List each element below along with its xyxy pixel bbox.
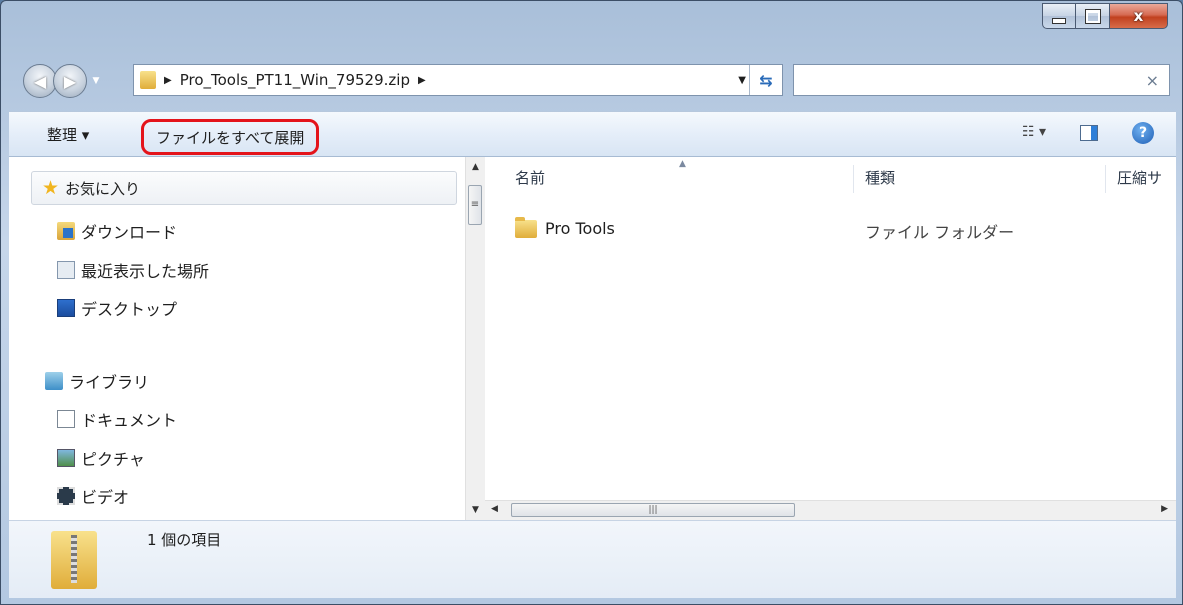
- navigation-buttons: ◀ ▶ ▼: [23, 64, 103, 98]
- scroll-thumb[interactable]: ≡: [468, 185, 482, 225]
- explorer-window: x ◀ ▶ ▼ ▶ Pro_Tools_PT11_Win_79529.zip ▶…: [0, 0, 1183, 605]
- address-dropdown-icon[interactable]: ▼: [738, 75, 746, 86]
- help-icon[interactable]: ?: [1132, 122, 1154, 144]
- recent-places-icon: [57, 261, 75, 279]
- column-divider[interactable]: [1105, 165, 1106, 193]
- sidebar-item-videos[interactable]: ビデオ: [57, 484, 129, 508]
- documents-icon: [57, 410, 75, 428]
- sidebar-item-label: ダウンロード: [81, 223, 178, 242]
- maximize-icon: [1085, 9, 1100, 23]
- file-type: ファイル フォルダー: [865, 223, 1015, 242]
- library-icon: [45, 372, 63, 390]
- back-button[interactable]: ◀: [23, 64, 57, 98]
- zip-folder-icon: [140, 71, 156, 89]
- organize-button[interactable]: 整理 ▾: [47, 124, 89, 145]
- view-dropdown-label: ▾: [1038, 124, 1046, 140]
- downloads-folder-icon: [57, 222, 75, 240]
- sidebar-item-label: ピクチャ: [81, 450, 145, 469]
- sidebar-item-documents[interactable]: ドキュメント: [57, 407, 177, 431]
- command-bar: 整理 ▾ ファイルをすべて展開 ☷ ▾ ?: [9, 111, 1176, 157]
- sidebar-libraries[interactable]: ライブラリ: [45, 369, 149, 393]
- recent-pages-dropdown[interactable]: ▼: [89, 76, 103, 86]
- content-horizontal-scrollbar[interactable]: ◀ ||| ▶: [485, 500, 1176, 520]
- scroll-thumb[interactable]: |||: [511, 503, 795, 517]
- extract-all-label: ファイルをすべて展開: [156, 128, 305, 147]
- libraries-label: ライブラリ: [69, 373, 150, 392]
- search-box[interactable]: ×: [793, 64, 1170, 96]
- sidebar-favorites[interactable]: ★ お気に入り: [31, 171, 457, 205]
- pictures-icon: [57, 449, 75, 467]
- forward-button[interactable]: ▶: [53, 64, 87, 98]
- close-button[interactable]: x: [1110, 3, 1168, 29]
- refresh-button[interactable]: ⇆: [749, 65, 782, 95]
- forward-arrow-icon: ▶: [63, 71, 77, 91]
- details-pane: 1 個の項目: [9, 520, 1176, 598]
- preview-pane-icon[interactable]: [1080, 125, 1098, 141]
- table-row[interactable]: Pro Tools: [515, 216, 615, 238]
- videos-icon: [57, 487, 75, 505]
- sidebar-item-pictures[interactable]: ピクチャ: [57, 446, 145, 470]
- scroll-up-icon[interactable]: ▲: [466, 157, 485, 177]
- sort-ascending-icon: ▲: [679, 159, 686, 169]
- navigation-pane: ★ お気に入り ダウンロード 最近表示した場所 デスクトップ ライブラリ ドキュ…: [9, 157, 485, 520]
- desktop-icon: [57, 299, 75, 317]
- view-list-icon: ☷: [1021, 124, 1035, 140]
- maximize-button[interactable]: [1076, 3, 1110, 29]
- sidebar-item-downloads[interactable]: ダウンロード: [57, 219, 177, 243]
- folder-icon: [515, 216, 537, 238]
- file-name: Pro Tools: [545, 219, 615, 238]
- breadcrumb-zip-file[interactable]: Pro_Tools_PT11_Win_79529.zip: [180, 71, 410, 89]
- refresh-icon: ⇆: [759, 70, 773, 90]
- extract-all-button[interactable]: ファイルをすべて展開: [141, 119, 320, 155]
- item-count: 1 個の項目: [147, 531, 222, 549]
- sidebar-item-recent-places[interactable]: 最近表示した場所: [57, 258, 209, 282]
- address-bar[interactable]: ▶ Pro_Tools_PT11_Win_79529.zip ▶ ▼ ⇆: [133, 64, 783, 96]
- column-header-compressed-size[interactable]: 圧縮サ: [1117, 167, 1162, 188]
- sidebar-item-label: ドキュメント: [81, 411, 178, 430]
- file-list-pane: ▲ 名前 種類 圧縮サ Pro Tools ファイル フォルダー ◀ ||| ▶: [485, 157, 1176, 520]
- breadcrumb-chevron-icon[interactable]: ▶: [418, 75, 426, 86]
- sidebar-item-label: 最近表示した場所: [81, 262, 210, 281]
- column-header-name[interactable]: 名前: [515, 167, 545, 188]
- caption-buttons: x: [1042, 3, 1168, 29]
- sidebar-item-label: デスクトップ: [81, 300, 178, 319]
- breadcrumb-separator-icon[interactable]: ▶: [164, 75, 172, 86]
- search-clear-icon[interactable]: ×: [1146, 71, 1159, 90]
- sidebar-item-label: ビデオ: [81, 488, 130, 507]
- sidebar-item-desktop[interactable]: デスクトップ: [57, 296, 177, 320]
- scroll-left-icon[interactable]: ◀: [491, 504, 498, 514]
- view-options-button[interactable]: ☷ ▾: [1022, 124, 1046, 140]
- column-header-type[interactable]: 種類: [865, 167, 895, 188]
- navigation-vertical-scrollbar[interactable]: ▲ ≡ ▼: [465, 157, 485, 520]
- scroll-right-icon[interactable]: ▶: [1161, 504, 1168, 514]
- favorites-label: お気に入り: [65, 179, 141, 198]
- close-icon: x: [1133, 7, 1144, 25]
- star-icon: ★: [42, 177, 60, 199]
- zip-archive-icon: [51, 531, 97, 589]
- back-arrow-icon: ◀: [33, 71, 47, 91]
- minimize-icon: [1052, 18, 1066, 24]
- scroll-down-icon[interactable]: ▼: [466, 500, 485, 520]
- column-divider[interactable]: [853, 165, 854, 193]
- minimize-button[interactable]: [1042, 3, 1076, 29]
